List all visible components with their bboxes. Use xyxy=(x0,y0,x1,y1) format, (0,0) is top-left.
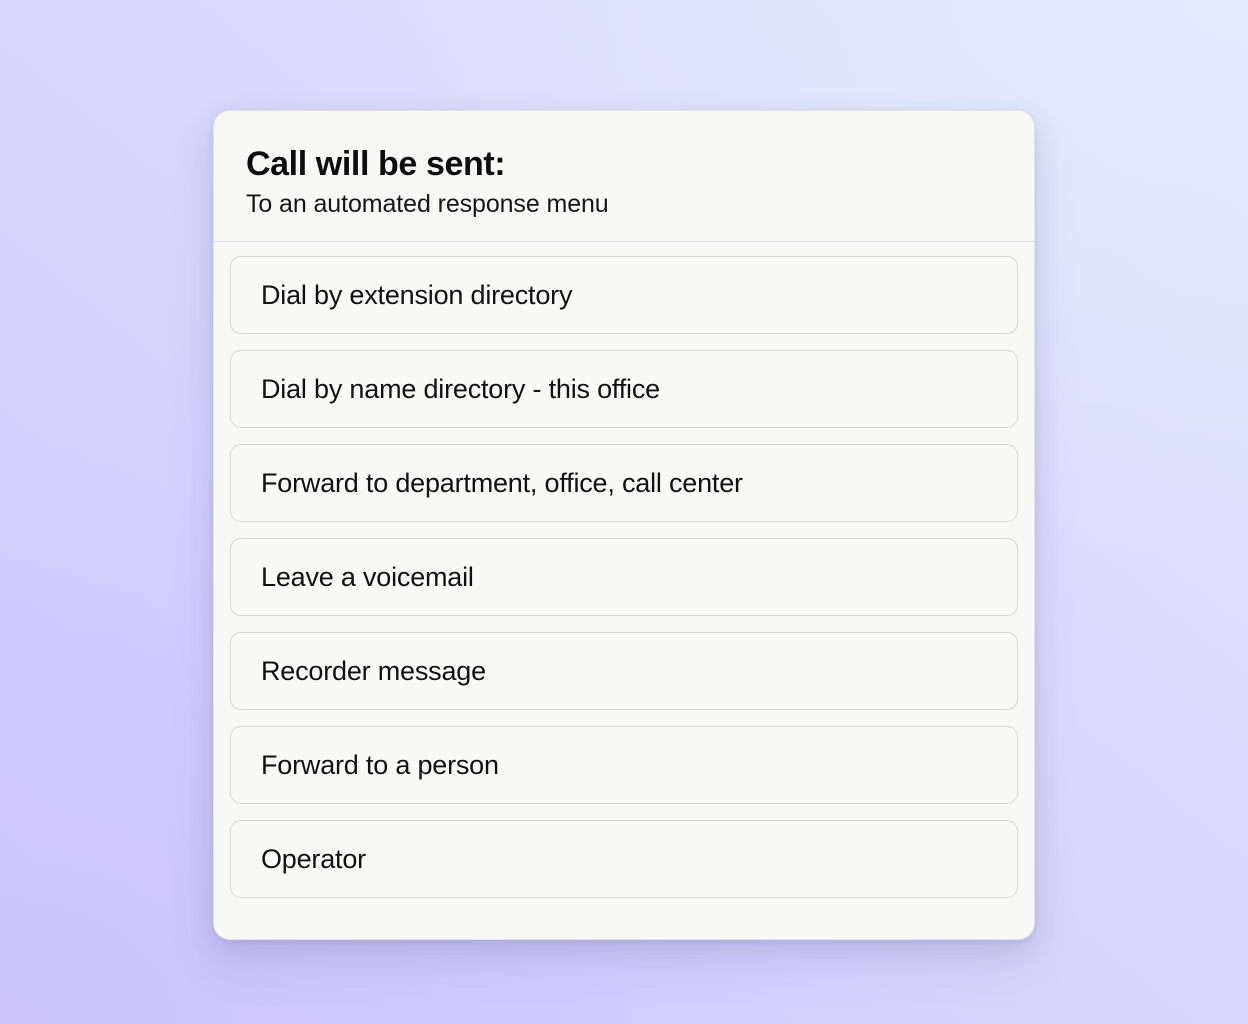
card-header: Call will be sent: To an automated respo… xyxy=(214,111,1034,243)
option-label: Forward to a person xyxy=(261,749,499,780)
call-routing-card: Call will be sent: To an automated respo… xyxy=(213,110,1035,940)
option-item-operator[interactable]: Operator xyxy=(230,820,1018,899)
option-item-leave-a-voicemail[interactable]: Leave a voicemail xyxy=(230,538,1018,617)
option-label: Dial by extension directory xyxy=(261,279,573,310)
page-title: Call will be sent: xyxy=(246,145,506,183)
option-label: Forward to department, office, call cent… xyxy=(261,467,743,498)
option-label: Operator xyxy=(261,843,366,874)
option-item-recorder-message[interactable]: Recorder message xyxy=(230,632,1018,711)
option-item-forward-to-department[interactable]: Forward to department, office, call cent… xyxy=(230,444,1018,523)
routing-option-list: Dial by extension directory Dial by name… xyxy=(214,242,1034,939)
option-label: Recorder message xyxy=(261,655,486,686)
option-item-dial-by-extension-directory[interactable]: Dial by extension directory xyxy=(230,256,1018,335)
option-label: Dial by name directory - this office xyxy=(261,373,660,404)
option-item-forward-to-a-person[interactable]: Forward to a person xyxy=(230,726,1018,805)
card-subtitle: To an automated response menu xyxy=(246,190,609,219)
option-label: Leave a voicemail xyxy=(261,561,474,592)
option-item-dial-by-name-directory[interactable]: Dial by name directory - this office xyxy=(230,350,1018,429)
